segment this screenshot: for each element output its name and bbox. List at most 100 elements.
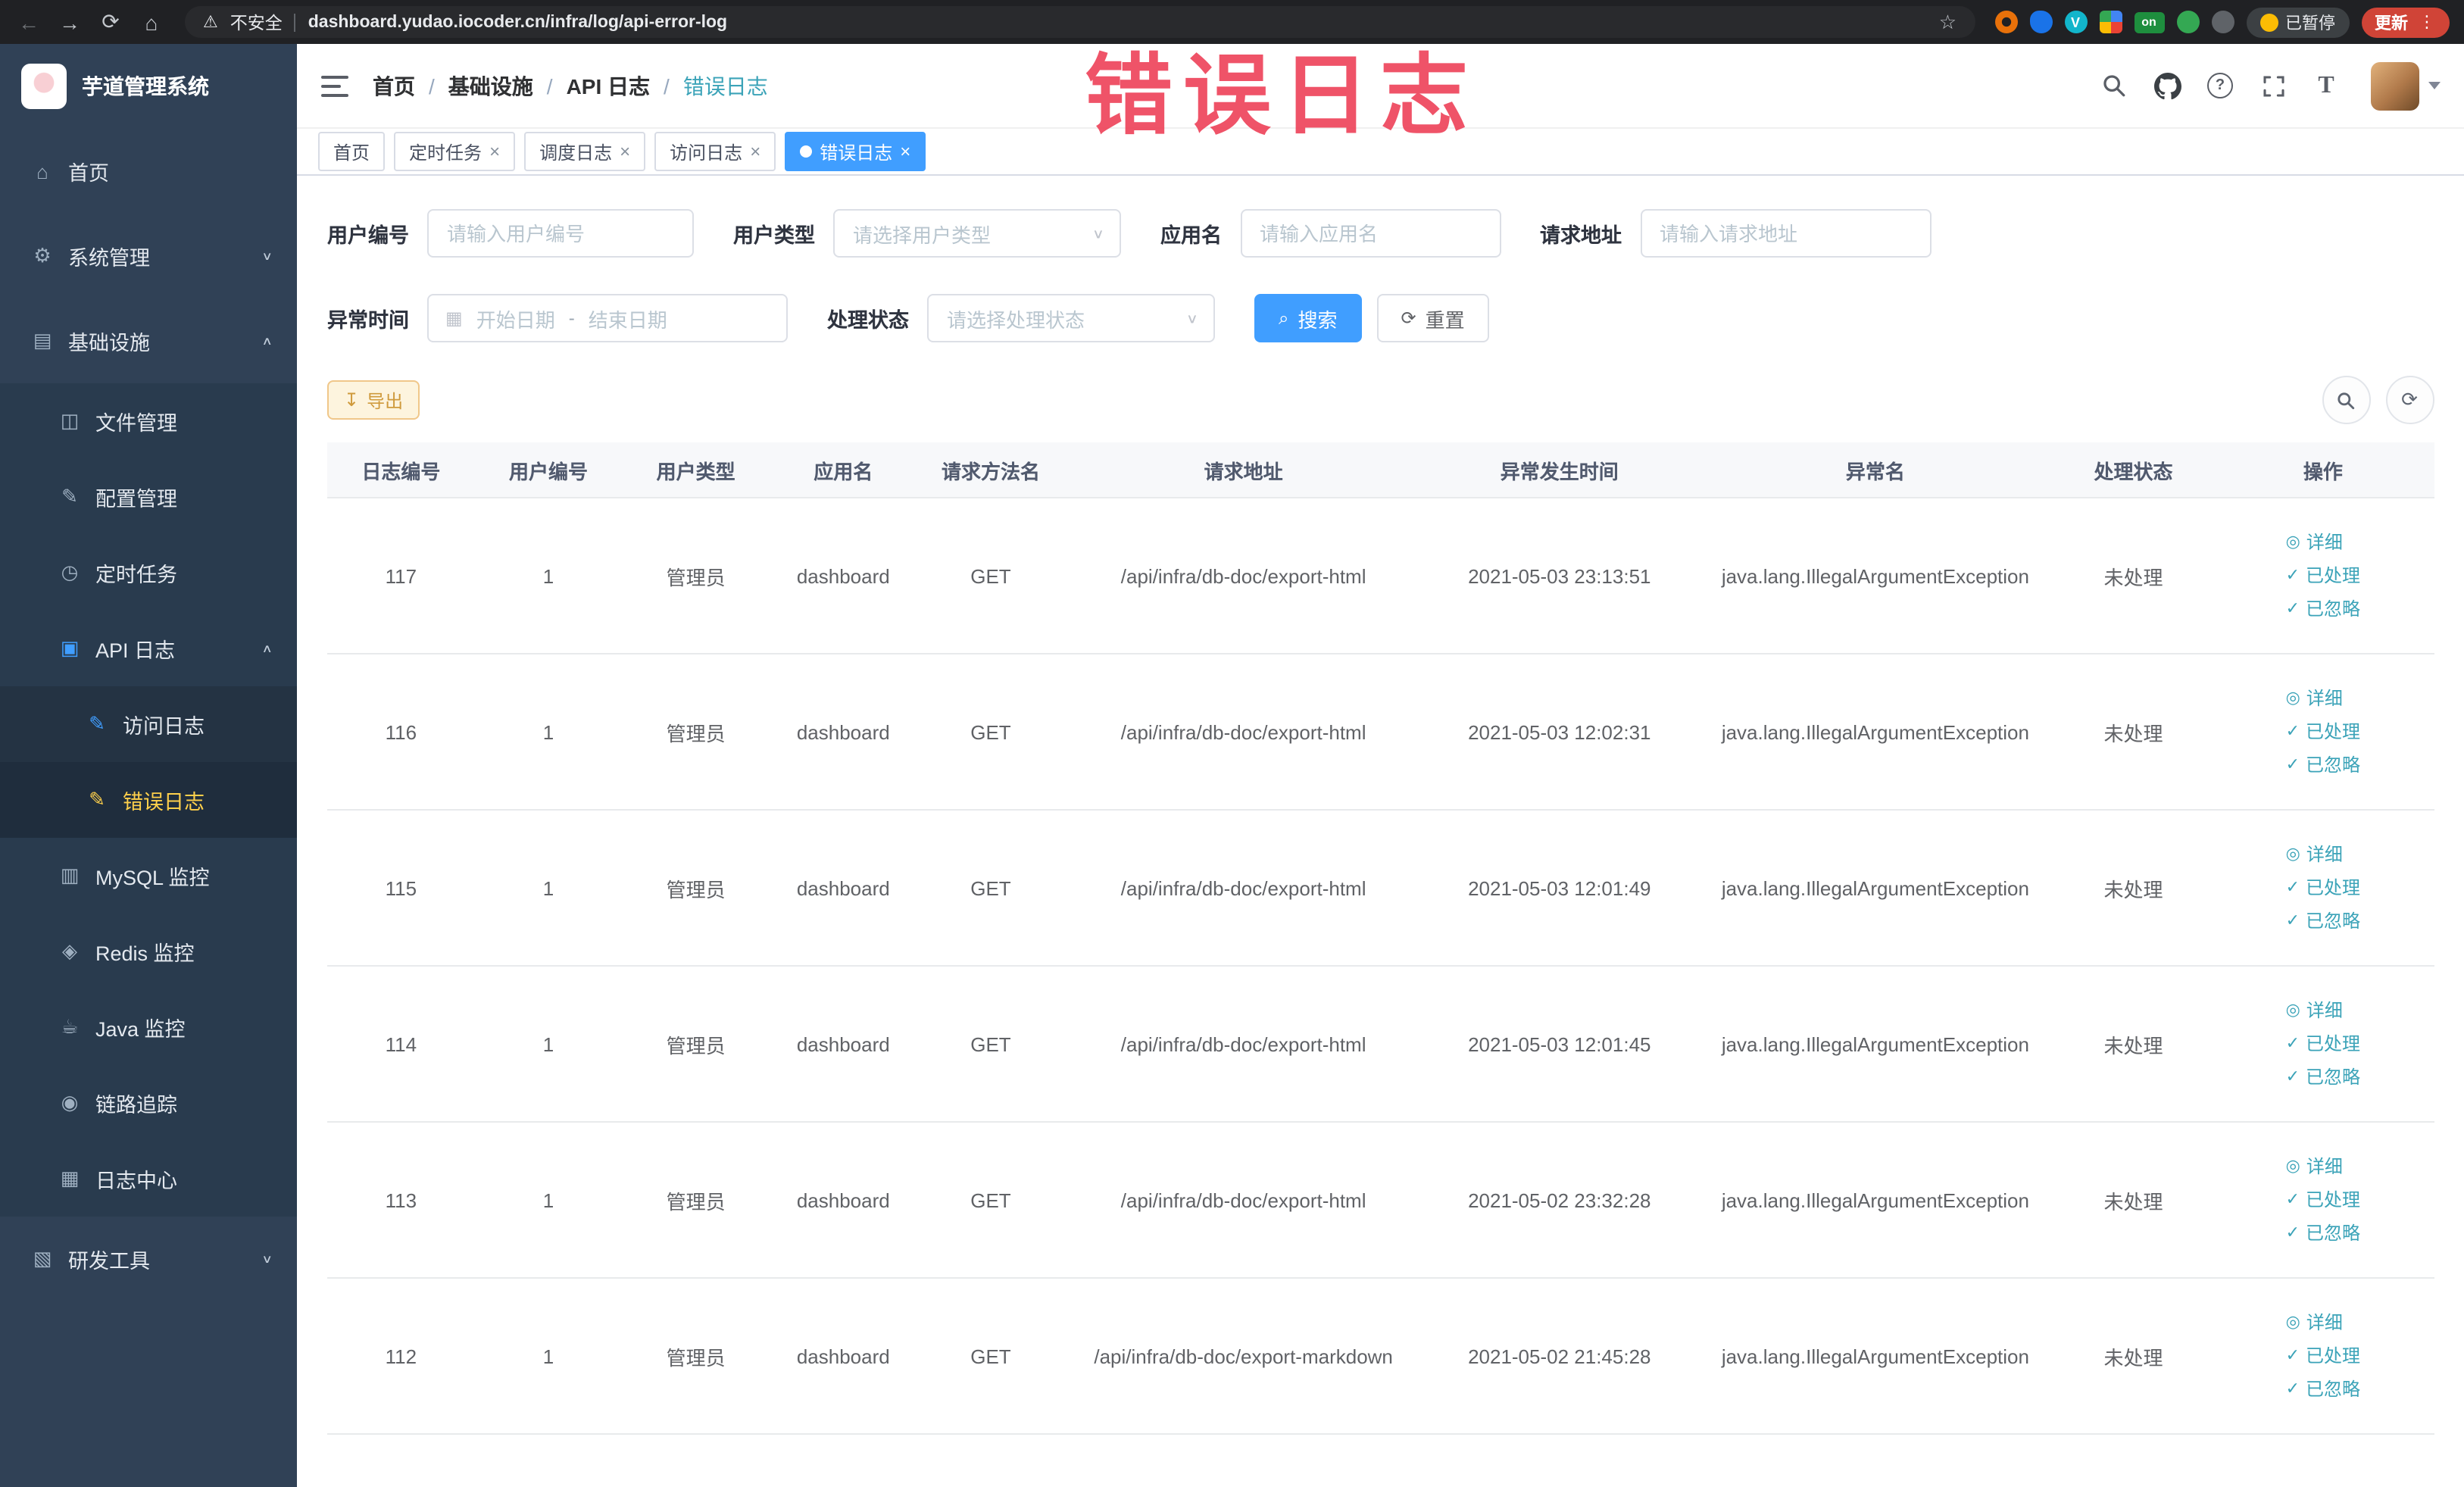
mark-ignored-link[interactable]: ✓ 已忽略	[2286, 592, 2360, 626]
sidebar-item-config-management[interactable]: ✎ 配置管理	[0, 459, 297, 535]
detail-link[interactable]: ◎ 详细	[2286, 994, 2360, 1027]
chrome-update-button[interactable]: 更新 ⋮	[2361, 7, 2449, 37]
eye-icon: ◎	[2285, 1314, 2300, 1332]
mark-processed-link[interactable]: ✓ 已处理	[2286, 559, 2360, 592]
tab-scheduled-tasks[interactable]: 定时任务 ×	[394, 132, 516, 171]
mark-ignored-link[interactable]: ✓ 已忽略	[2286, 1217, 2360, 1250]
cell-process-status: 未处理	[2103, 1346, 2163, 1369]
detail-link[interactable]: ◎ 详细	[2286, 526, 2360, 559]
process-status-select[interactable]: 请选择处理状态 ∨	[927, 294, 1215, 342]
breadcrumb-home[interactable]: 首页	[373, 70, 415, 101]
breadcrumb-infrastructure[interactable]: 基础设施	[448, 70, 533, 101]
browser-home-icon[interactable]: ⌂	[138, 10, 165, 34]
eye-icon: ◎	[2285, 689, 2300, 708]
close-icon[interactable]: ×	[900, 142, 910, 161]
cell-process-status: 未处理	[2103, 722, 2163, 745]
sidebar-item-dev-tools[interactable]: ▧ 研发工具 ∨	[0, 1217, 297, 1301]
app-name-input[interactable]	[1240, 209, 1501, 258]
sidebar-item-scheduled-tasks[interactable]: ◷ 定时任务	[0, 535, 297, 611]
request-url-input[interactable]	[1640, 209, 1931, 258]
sidebar-item-access-log[interactable]: ✎ 访问日志	[0, 686, 297, 762]
detail-link[interactable]: ◎ 详细	[2286, 1306, 2360, 1339]
detail-link[interactable]: ◎ 详细	[2286, 682, 2360, 715]
check-icon: ✓	[2285, 1068, 2300, 1086]
close-icon[interactable]: ×	[620, 142, 630, 161]
mark-processed-link[interactable]: ✓ 已处理	[2286, 1339, 2360, 1373]
refresh-button[interactable]: ⟳	[2385, 376, 2434, 424]
browser-menu-icon[interactable]: ⋮	[2419, 12, 2435, 32]
extension-icon[interactable]	[2176, 11, 2199, 33]
cell-exception-name: java.lang.IllegalArgumentException	[1721, 1032, 2029, 1055]
tab-access-log[interactable]: 访问日志 ×	[654, 132, 776, 171]
mark-ignored-link[interactable]: ✓ 已忽略	[2286, 1373, 2360, 1406]
browser-forward-icon[interactable]: →	[56, 10, 83, 34]
help-icon[interactable]: ?	[2205, 70, 2235, 101]
sidebar-item-redis-monitor[interactable]: ◈ Redis 监控	[0, 914, 297, 989]
extension-on-badge[interactable]: on	[2134, 11, 2164, 33]
browser-reload-icon[interactable]: ⟳	[97, 9, 124, 35]
sidebar: 芋道管理系统 ⌂ 首页 ⚙ 系统管理 ∨ ▤ 基础设施 ∧ ◫ 文件管理 ✎ 配…	[0, 44, 297, 1487]
breadcrumb-api-log[interactable]: API 日志	[567, 70, 650, 101]
detail-link[interactable]: ◎ 详细	[2286, 1150, 2360, 1183]
exception-time-range-picker[interactable]: ▦ 开始日期 - 结束日期	[427, 294, 788, 342]
extension-icon[interactable]	[1994, 11, 2017, 33]
close-icon[interactable]: ×	[489, 142, 500, 161]
mark-processed-link[interactable]: ✓ 已处理	[2286, 715, 2360, 748]
mark-ignored-link[interactable]: ✓ 已忽略	[2286, 1061, 2360, 1094]
sidebar-item-trace[interactable]: ◉ 链路追踪	[0, 1065, 297, 1141]
sidebar-toggle-icon[interactable]	[321, 75, 348, 96]
mark-processed-link[interactable]: ✓ 已处理	[2286, 871, 2360, 904]
sidebar-item-error-log[interactable]: ✎ 错误日志	[0, 762, 297, 838]
extension-icon[interactable]	[2211, 11, 2234, 33]
close-icon[interactable]: ×	[750, 142, 760, 161]
extension-icon[interactable]	[2029, 11, 2052, 33]
mark-processed-link[interactable]: ✓ 已处理	[2286, 1183, 2360, 1217]
sidebar-item-home[interactable]: ⌂ 首页	[0, 129, 297, 214]
cell-request-url: /api/infra/db-doc/export-markdown	[1094, 1345, 1393, 1367]
page-content: 用户编号 用户类型 请选择用户类型 ∨ 应用名	[297, 176, 2464, 1487]
tab-home[interactable]: 首页	[318, 132, 386, 171]
browser-back-icon[interactable]: ←	[15, 10, 42, 34]
address-bar[interactable]: ⚠ 不安全 dashboard.yudao.iocoder.cn/infra/l…	[185, 6, 1975, 38]
check-icon: ✓	[2285, 1035, 2300, 1053]
security-label[interactable]: 不安全	[230, 10, 283, 34]
extension-icon[interactable]: V	[2064, 11, 2087, 33]
tab-schedule-log[interactable]: 调度日志 ×	[524, 132, 646, 171]
user-id-input[interactable]	[427, 209, 694, 258]
avatar[interactable]	[2370, 61, 2419, 110]
cell-user-id: 1	[542, 564, 554, 587]
search-icon[interactable]	[2099, 70, 2129, 101]
detail-link[interactable]: ◎ 详细	[2286, 838, 2360, 871]
fullscreen-icon[interactable]	[2258, 70, 2288, 101]
sidebar-item-log-center[interactable]: ▦ 日志中心	[0, 1141, 297, 1217]
sidebar-item-system-management[interactable]: ⚙ 系统管理 ∨	[0, 214, 297, 298]
check-icon: ✓	[2285, 567, 2300, 585]
export-button[interactable]: ↧ 导出	[327, 380, 420, 420]
user-menu[interactable]	[2370, 61, 2440, 110]
app-logo[interactable]: 芋道管理系统	[0, 44, 297, 129]
github-icon[interactable]	[2152, 70, 2182, 101]
sidebar-item-infrastructure[interactable]: ▤ 基础设施 ∧	[0, 298, 297, 383]
extension-icon[interactable]	[2099, 11, 2122, 33]
sidebar-item-api-log[interactable]: ▣ API 日志 ∧	[0, 611, 297, 686]
mark-ignored-link[interactable]: ✓ 已忽略	[2286, 748, 2360, 782]
mark-ignored-link[interactable]: ✓ 已忽略	[2286, 904, 2360, 938]
mark-processed-link[interactable]: ✓ 已处理	[2286, 1027, 2360, 1061]
font-size-icon[interactable]: T	[2311, 70, 2341, 101]
cell-user-id: 1	[542, 1032, 554, 1055]
sidebar-item-mysql-monitor[interactable]: ▥ MySQL 监控	[0, 838, 297, 914]
user-type-select[interactable]: 请选择用户类型 ∨	[833, 209, 1121, 258]
tab-error-log[interactable]: 错误日志 ×	[785, 132, 926, 171]
sidebar-item-java-monitor[interactable]: ☕ Java 监控	[0, 989, 297, 1065]
toggle-search-button[interactable]	[2322, 376, 2370, 424]
error-log-icon: ✎	[89, 788, 105, 811]
sidebar-item-file-management[interactable]: ◫ 文件管理	[0, 383, 297, 459]
table-row: 115 1 管理员 dashboard GET /api/infra/db-do…	[327, 811, 2434, 967]
reset-button[interactable]: ⟳ 重置	[1376, 294, 1489, 342]
bookmark-star-icon[interactable]: ☆	[1939, 10, 1957, 34]
cell-process-status: 未处理	[2103, 1190, 2163, 1213]
search-button[interactable]: ⌕ 搜索	[1254, 294, 1362, 342]
url-text[interactable]: dashboard.yudao.iocoder.cn/infra/log/api…	[308, 13, 1927, 31]
paused-extension-button[interactable]: 已暂停	[2246, 7, 2349, 37]
mysql-icon: ▥	[60, 864, 80, 886]
